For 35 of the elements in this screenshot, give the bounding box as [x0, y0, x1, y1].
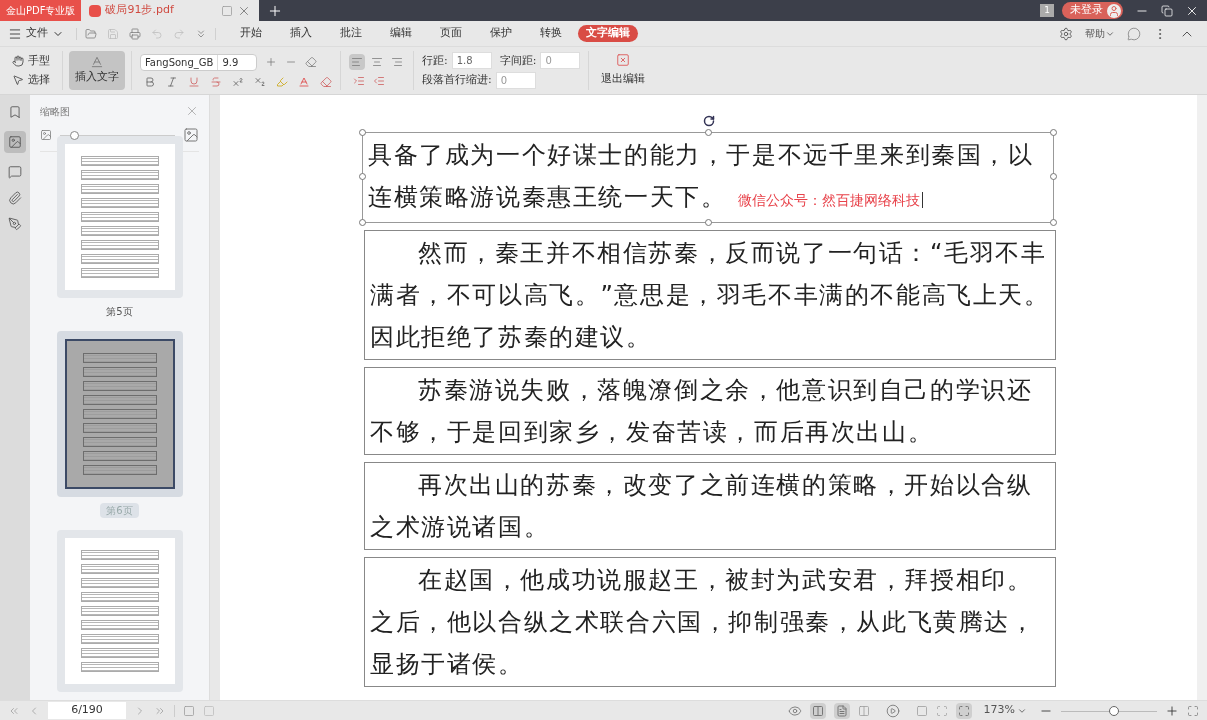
- document-tab[interactable]: 破局91步.pdf: [81, 0, 260, 21]
- char-spacing-label: 字间距:: [499, 52, 537, 69]
- page-label: 第6页: [100, 503, 139, 518]
- insert-text-button[interactable]: 插入文字: [69, 51, 125, 90]
- ribbon-tab[interactable]: 开始: [232, 25, 270, 42]
- text-block[interactable]: 再次出山的苏秦，改变了之前连横的策略，开始以合纵之术游说诸国。: [364, 462, 1056, 550]
- app-tab[interactable]: 金山PDF专业版: [0, 0, 82, 21]
- line-spacing-field[interactable]: 1.8: [451, 52, 492, 70]
- ribbon-tab[interactable]: 插入: [282, 25, 320, 42]
- zoom-dropdown[interactable]: 173%: [983, 702, 1027, 719]
- document-tab-title: 破局91步.pdf: [105, 2, 175, 19]
- first-line-indent-label: 段落首行缩进:: [422, 72, 492, 88]
- hand-tool-button[interactable]: 手型: [12, 52, 50, 69]
- inserted-text: 微信公众号：然百捷网络科技: [738, 192, 924, 208]
- ribbon-tab[interactable]: 保护: [482, 25, 520, 42]
- ribbon-tab[interactable]: 文字编辑: [578, 25, 638, 42]
- page-number-field[interactable]: 6/190: [48, 702, 126, 719]
- text-block[interactable]: 苏秦游说失败，落魄潦倒之余，他意识到自己的学识还不够，于是回到家乡，发奋苦读，而后再次出山。: [364, 367, 1056, 455]
- paragraph-text: 再次出山的苏秦，改变了之前连横的策略，开始以合纵之术游说诸国。: [370, 470, 1034, 543]
- select-tool-button[interactable]: 选择: [12, 72, 50, 89]
- ribbon-tab[interactable]: 页面: [432, 25, 470, 42]
- font-size-dropdown[interactable]: 9.9: [218, 54, 257, 70]
- paragraph-text: 具备了成为一个好谋士的能力，于是不远千里来到秦国，以连横策略游说秦惠王统一天下。 微信公众号：然百捷网络科技: [368, 140, 1035, 213]
- ribbon-tab[interactable]: 转换: [532, 25, 570, 42]
- sidebar-title: 缩略图: [40, 104, 70, 119]
- ribbon-tab[interactable]: 批注: [332, 25, 370, 42]
- line-spacing-label: 行距:: [422, 52, 448, 69]
- paragraph-text: 苏秦游说失败，落魄潦倒之余，他意识到自己的学识还不够，于是回到家乡，发奋苦读，而后再次出山。: [370, 375, 1034, 448]
- font-dropdown[interactable]: FangSong_GB: [141, 54, 219, 70]
- page-label: 第5页: [105, 305, 134, 319]
- ribbon-tab[interactable]: 编辑: [382, 25, 420, 42]
- help-menu[interactable]: 帮助: [1085, 26, 1115, 41]
- file-menu[interactable]: 文件: [8, 25, 72, 42]
- exit-edit-button[interactable]: 退出编辑: [589, 51, 658, 90]
- login-button[interactable]: 未登录: [1062, 2, 1123, 19]
